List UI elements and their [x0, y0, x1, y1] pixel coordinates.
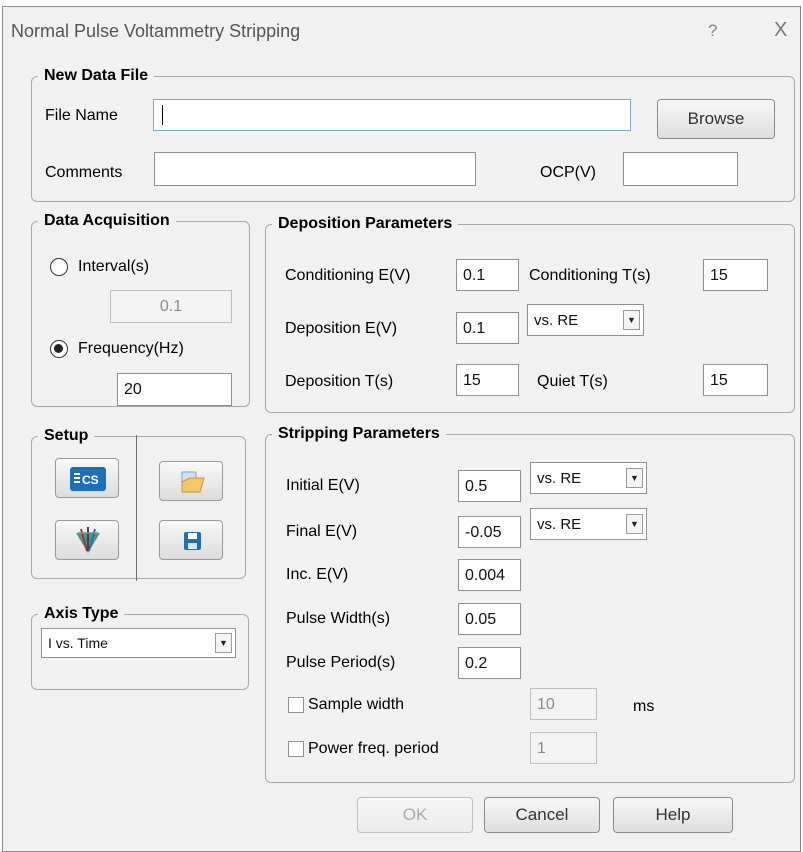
inc-e-input[interactable]: 0.004	[458, 559, 521, 591]
title-bar: Normal Pulse Voltammetry Stripping ? X	[3, 7, 800, 55]
help-icon[interactable]: ?	[708, 21, 717, 41]
cs-instrument-button[interactable]: CS	[55, 458, 119, 498]
final-e-input[interactable]: -0.05	[458, 516, 521, 548]
chevron-down-icon[interactable]: ▼	[623, 310, 640, 330]
deposition-e-input[interactable]: 0.1	[456, 312, 519, 344]
cs-instrument-icon: CS	[70, 467, 106, 491]
comments-label: Comments	[45, 164, 123, 181]
conditioning-t-input[interactable]: 15	[703, 259, 768, 291]
stripping-parameters-legend: Stripping Parameters	[278, 425, 440, 442]
save-disk-icon	[184, 532, 201, 550]
file-name-label: File Name	[45, 107, 118, 124]
frequency-radio[interactable]	[50, 340, 68, 358]
power-freq-input[interactable]: 1	[530, 732, 597, 764]
conditioning-e-label: Conditioning E(V)	[285, 267, 411, 284]
conditioning-e-input[interactable]: 0.1	[456, 259, 519, 291]
open-folder-icon	[181, 471, 205, 493]
electrode-icon	[76, 527, 100, 553]
pulse-width-input[interactable]: 0.05	[458, 603, 521, 635]
pulse-width-label: Pulse Width(s)	[286, 610, 391, 627]
initial-e-input[interactable]: 0.5	[458, 470, 521, 502]
quiet-t-label: Quiet T(s)	[537, 373, 608, 390]
final-e-label: Final E(V)	[286, 523, 358, 540]
setup-divider	[136, 435, 137, 581]
window-title: Normal Pulse Voltammetry Stripping	[11, 21, 301, 41]
sample-width-checkbox[interactable]	[288, 697, 304, 713]
browse-button[interactable]: Browse	[657, 99, 775, 139]
npv-stripping-dialog: Normal Pulse Voltammetry Stripping ? X N…	[2, 6, 801, 852]
text-cursor	[162, 105, 163, 125]
ok-button[interactable]: OK	[357, 797, 473, 833]
pulse-period-input[interactable]: 0.2	[458, 647, 521, 679]
save-button[interactable]	[159, 520, 223, 560]
file-name-input[interactable]	[153, 99, 631, 131]
deposition-e-ref-select[interactable]: vs. RE ▼	[527, 304, 644, 336]
initial-e-ref-select[interactable]: vs. RE ▼	[530, 462, 647, 494]
axis-type-select[interactable]: I vs. Time ▼	[41, 628, 236, 658]
initial-e-label: Initial E(V)	[286, 477, 360, 494]
chevron-down-icon[interactable]: ▼	[626, 514, 643, 534]
final-e-ref-select[interactable]: vs. RE ▼	[530, 508, 647, 540]
open-file-button[interactable]	[159, 461, 223, 501]
help-button[interactable]: Help	[613, 797, 733, 833]
chevron-down-icon[interactable]: ▼	[626, 468, 643, 488]
deposition-parameters-legend: Deposition Parameters	[278, 215, 453, 232]
ocp-label: OCP(V)	[540, 164, 596, 181]
data-acquisition-legend: Data Acquisition	[44, 212, 170, 229]
pulse-period-label: Pulse Period(s)	[286, 654, 396, 671]
frequency-input[interactable]: 20	[117, 373, 232, 406]
sample-width-label: Sample width	[308, 696, 405, 713]
power-freq-checkbox[interactable]	[288, 741, 304, 757]
radio-selected-dot	[54, 344, 63, 353]
conditioning-t-label: Conditioning T(s)	[529, 267, 651, 284]
deposition-e-label: Deposition E(V)	[285, 320, 398, 337]
comments-input[interactable]	[154, 152, 476, 186]
quiet-t-input[interactable]: 15	[703, 364, 768, 396]
svg-text:CS: CS	[82, 473, 99, 487]
interval-radio[interactable]	[50, 258, 68, 276]
inc-e-label: Inc. E(V)	[286, 566, 349, 583]
cancel-button[interactable]: Cancel	[484, 797, 600, 833]
sample-width-unit: ms	[633, 698, 655, 715]
new-data-file-legend: New Data File	[44, 67, 149, 84]
setup-legend: Setup	[44, 427, 89, 444]
chevron-down-icon[interactable]: ▼	[215, 633, 232, 653]
axis-type-legend: Axis Type	[44, 605, 119, 622]
interval-label: Interval(s)	[78, 258, 150, 275]
interval-input[interactable]: 0.1	[110, 290, 232, 323]
frequency-label: Frequency(Hz)	[78, 340, 184, 357]
deposition-t-label: Deposition T(s)	[285, 373, 394, 390]
close-icon[interactable]: X	[774, 19, 787, 42]
deposition-t-input[interactable]: 15	[456, 364, 519, 396]
electrode-button[interactable]	[55, 520, 119, 560]
power-freq-label: Power freq. period	[308, 740, 439, 757]
sample-width-input[interactable]: 10	[530, 688, 597, 720]
ocp-input[interactable]	[623, 152, 738, 186]
